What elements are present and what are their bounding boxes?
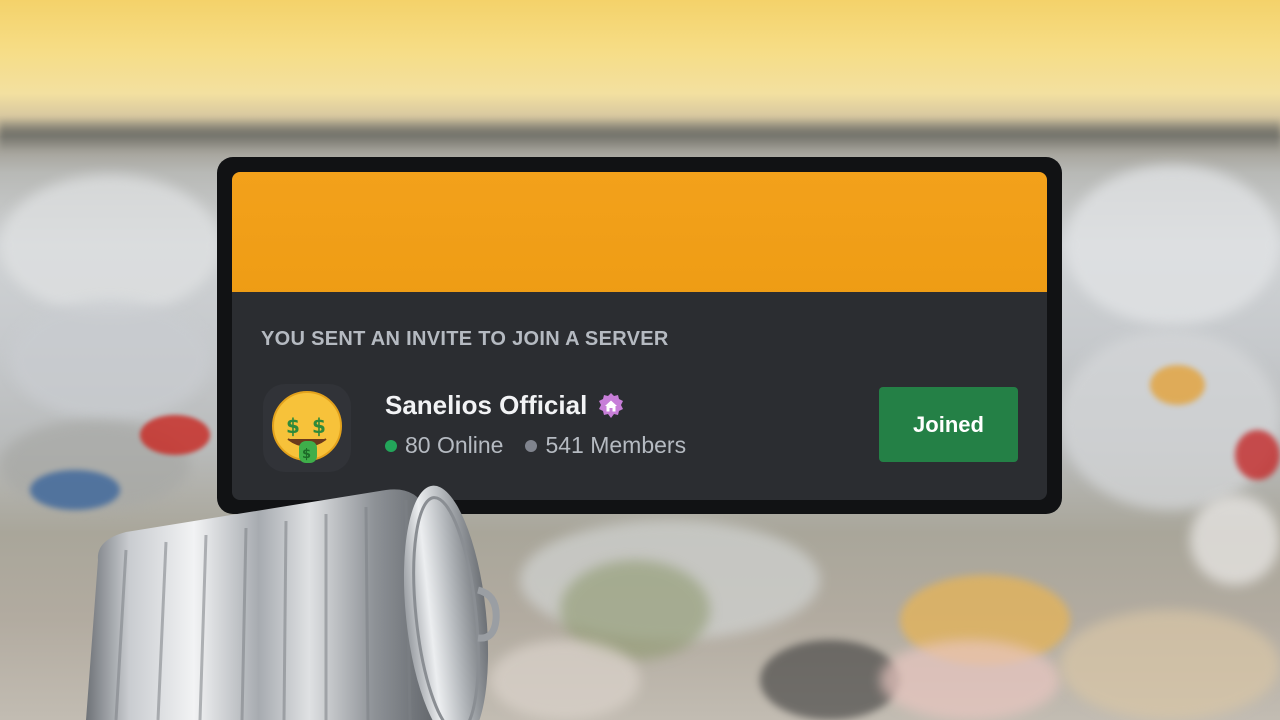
landfill-horizon: [0, 118, 1280, 152]
server-name: Sanelios Official: [385, 390, 588, 420]
svg-text:$: $: [286, 414, 300, 438]
server-icon[interactable]: $ $ $: [263, 384, 351, 472]
svg-text:$: $: [302, 447, 311, 462]
server-stats: 80 Online 541 Members: [385, 432, 686, 459]
invite-body: YOU SENT AN INVITE TO JOIN A SERVER $ $ …: [232, 292, 1047, 500]
online-count: 80 Online: [405, 432, 504, 458]
money-mouth-face-icon: $ $ $: [272, 391, 342, 463]
invite-banner: [232, 172, 1047, 307]
server-invite-card: YOU SENT AN INVITE TO JOIN A SERVER $ $ …: [217, 157, 1062, 514]
joined-button[interactable]: Joined: [879, 387, 1018, 462]
background-scene: YOU SENT AN INVITE TO JOIN A SERVER $ $ …: [0, 0, 1280, 720]
online-status-dot: [385, 439, 397, 452]
community-home-icon: [599, 392, 624, 418]
invite-header: YOU SENT AN INVITE TO JOIN A SERVER: [261, 328, 669, 350]
members-status-dot: [525, 439, 538, 452]
member-count: 541 Members: [545, 432, 687, 458]
server-name-row: Sanelios Official: [385, 390, 625, 421]
svg-text:$: $: [312, 414, 326, 438]
trash-can-icon: [86, 485, 500, 720]
